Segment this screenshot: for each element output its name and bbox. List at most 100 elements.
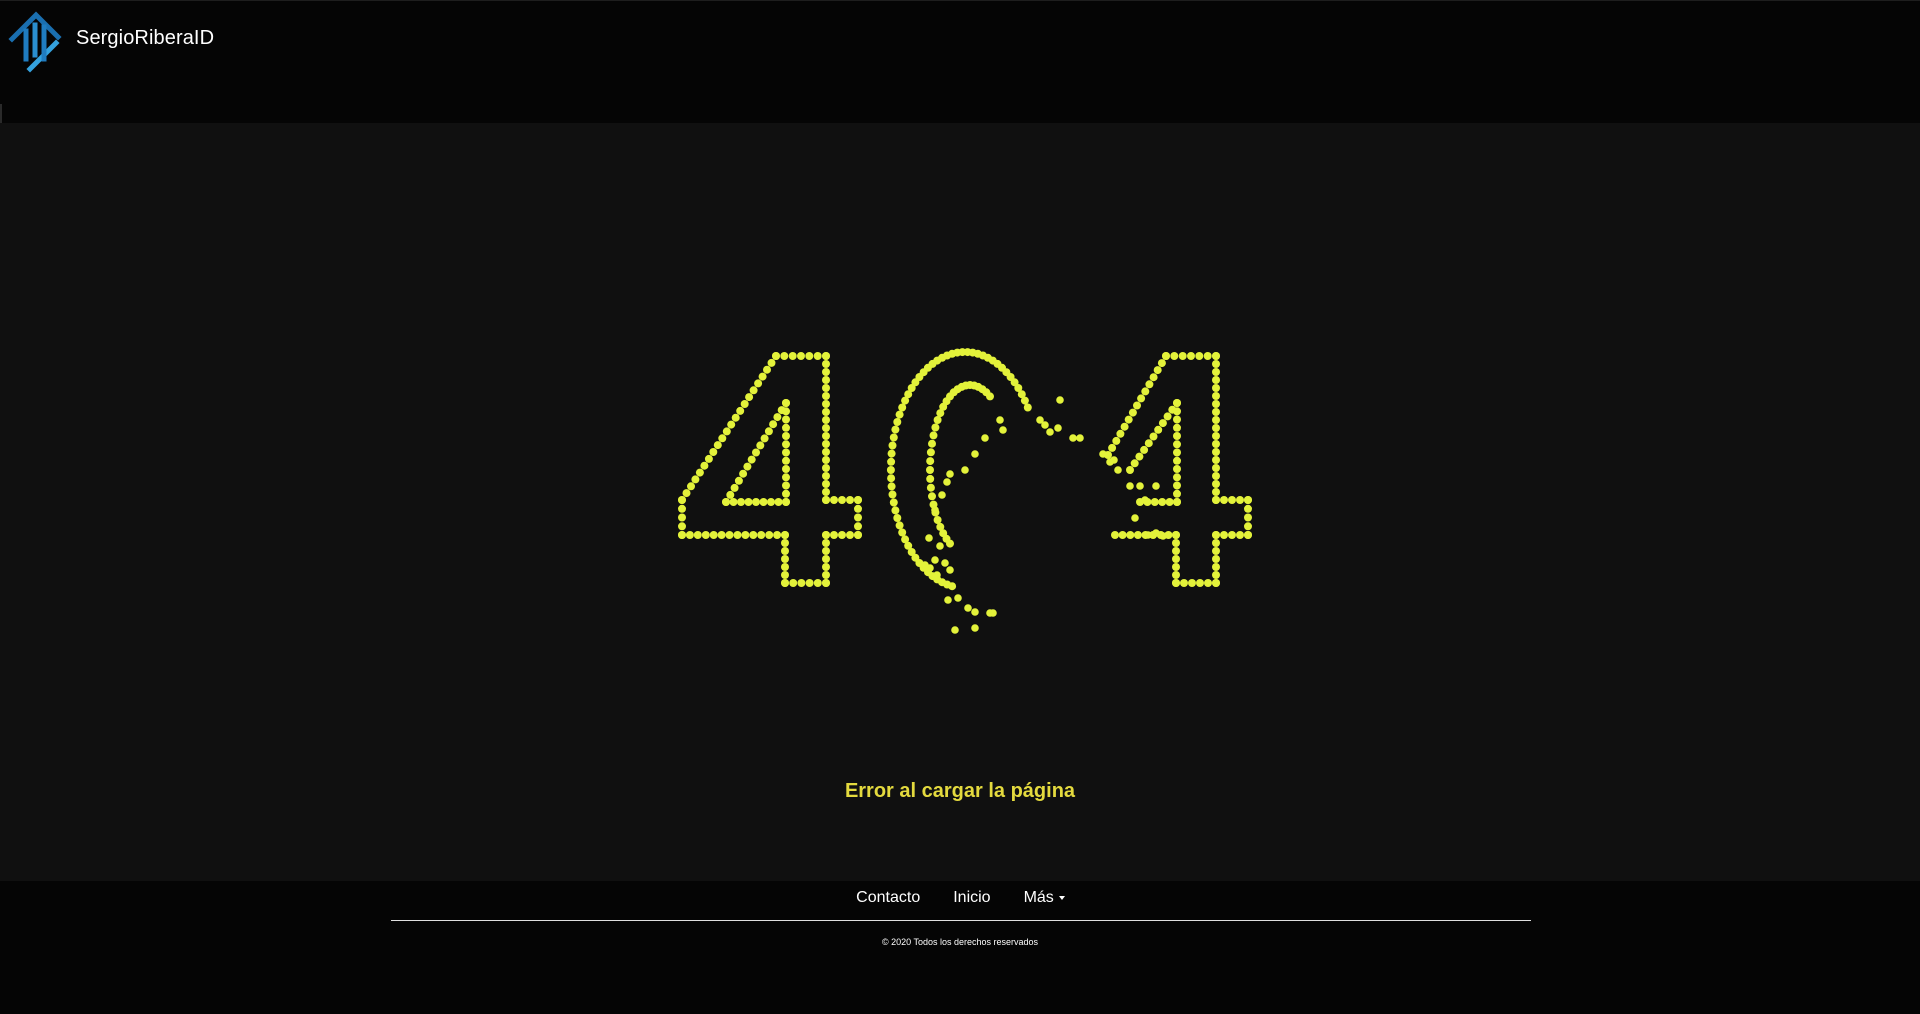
particle-dot: [1145, 380, 1154, 389]
particle-dot: [954, 594, 962, 602]
particle-dot: [854, 513, 862, 522]
particle-dot: [1162, 352, 1170, 360]
particle-dot: [1203, 352, 1212, 360]
particle-dot: [1212, 440, 1220, 448]
particle-dot: [931, 423, 940, 432]
particle-dot: [822, 408, 830, 416]
particle-dot: [898, 403, 907, 412]
particle-dot: [1110, 456, 1118, 464]
footer-link-mas[interactable]: Más: [1023, 889, 1065, 907]
particle-dot: [971, 624, 979, 632]
particle-dot: [928, 439, 936, 448]
particle-dot: [1212, 472, 1220, 480]
particle-dot: [1173, 415, 1181, 424]
particle-dot: [943, 478, 951, 486]
particle-dot: [1228, 496, 1236, 504]
particle-dot: [1180, 579, 1188, 587]
particle-dot: [1076, 434, 1084, 442]
particle-dot: [1099, 450, 1107, 458]
particle-dot: [687, 482, 695, 491]
particle-dot: [1244, 513, 1252, 522]
particle-dot: [889, 433, 898, 442]
particle-dot: [822, 440, 830, 448]
particle-dot: [782, 423, 790, 432]
particle-dot: [1152, 482, 1160, 490]
particle-dot: [891, 506, 900, 515]
particle-dot: [1212, 571, 1220, 579]
particle-dot: [1172, 579, 1180, 587]
particle-dot: [901, 535, 910, 544]
particle-dot: [725, 531, 734, 539]
footer-divider: [391, 920, 1531, 921]
particle-dot: [1212, 539, 1220, 547]
particle-dot: [1236, 496, 1244, 504]
particle-dot: [759, 498, 768, 506]
particle-dot: [722, 427, 731, 436]
particle-dot: [830, 531, 838, 539]
particle-dot: [838, 531, 846, 539]
particle-dot: [951, 626, 959, 634]
brand-name[interactable]: SergioRiberaID: [76, 27, 214, 50]
particle-dot: [822, 579, 830, 587]
particle-dot: [1173, 456, 1181, 465]
particle-dot: [1108, 443, 1117, 452]
particle-dot: [1158, 419, 1167, 428]
particle-dot: [1188, 579, 1196, 587]
particle-dot: [1118, 531, 1127, 539]
particle-dot: [1112, 436, 1121, 445]
particle-dot: [752, 498, 760, 506]
particle-dot: [797, 579, 806, 587]
particle-dot: [682, 489, 691, 498]
particle-dot: [678, 522, 686, 531]
particle-dot: [931, 506, 939, 514]
particle-dot: [822, 480, 830, 488]
particle-dot: [925, 534, 933, 542]
particle-dot: [678, 504, 686, 513]
particle-dot: [740, 400, 749, 408]
particle-dot: [1130, 459, 1139, 468]
particle-dot: [1046, 428, 1054, 436]
footer-link-inicio[interactable]: Inicio: [952, 889, 990, 907]
particle-dot: [986, 392, 994, 401]
particle-dot: [700, 461, 709, 470]
particle-dot: [1212, 360, 1220, 368]
particle-dot: [1126, 531, 1135, 539]
particle-dot: [780, 352, 789, 360]
particle-dot: [1157, 359, 1166, 368]
particle-dot: [854, 504, 862, 513]
particle-dot: [781, 571, 789, 579]
particle-dot: [782, 465, 790, 473]
particle-dot: [941, 559, 949, 567]
particle-dot: [1173, 498, 1181, 506]
particle-dot: [733, 531, 742, 539]
particle-dot: [1120, 422, 1129, 431]
particle-dot: [838, 496, 846, 504]
particle-dot: [781, 531, 789, 539]
particle-dot: [782, 481, 790, 490]
particle-dot: [1178, 352, 1187, 360]
particle-dot: [1212, 464, 1220, 472]
particle-dot: [1158, 498, 1167, 506]
particle-dot: [822, 384, 830, 392]
particle-dot: [1116, 429, 1125, 438]
particle-dot: [895, 521, 904, 530]
particle-dot: [933, 416, 942, 424]
particle-dot: [769, 420, 778, 429]
particle-dot: [782, 456, 790, 465]
logo-icon[interactable]: [8, 9, 62, 73]
particle-dot: [1173, 481, 1181, 490]
particle-dot: [752, 448, 760, 457]
particle-dot: [693, 531, 702, 539]
particle-dot: [846, 531, 854, 539]
particle-dot: [781, 539, 789, 547]
particle-dot: [889, 498, 898, 507]
particle-dot: [891, 425, 900, 434]
particle-dot: [727, 420, 736, 429]
particle-dot: [822, 547, 830, 555]
particle-dot: [1212, 488, 1220, 496]
particle-dot: [1144, 439, 1153, 448]
particle-dot: [1173, 432, 1181, 440]
particle-dot: [1128, 408, 1137, 417]
particle-dot: [1236, 531, 1244, 539]
footer-link-contacto[interactable]: Contacto: [855, 889, 920, 907]
